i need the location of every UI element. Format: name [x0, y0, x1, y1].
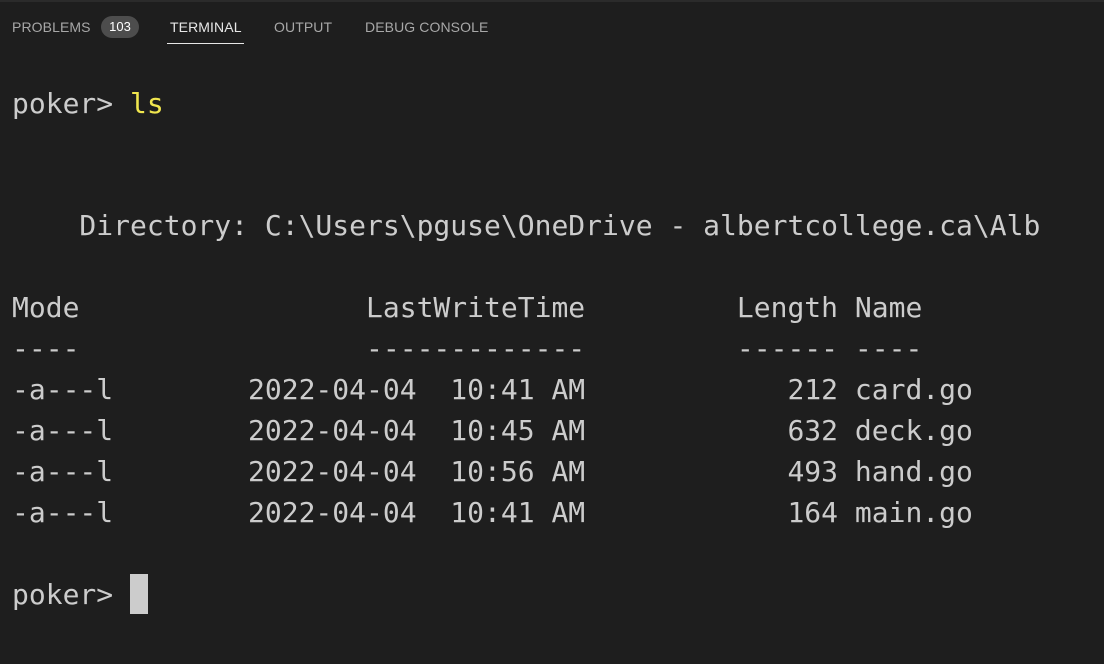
- listing-row: -a---l 2022-04-04 10:41 AM 212 card.go: [12, 373, 973, 406]
- listing-row: -a---l 2022-04-04 10:56 AM 493 hand.go: [12, 455, 973, 488]
- terminal-input-line[interactable]: poker>: [12, 574, 149, 614]
- listing-header: Mode LastWriteTime Length Name: [12, 291, 923, 324]
- text-cursor: [130, 574, 149, 614]
- prompt: poker>: [12, 87, 131, 120]
- directory-line: Directory: C:\Users\pguse\OneDrive - alb…: [12, 209, 1041, 242]
- listing-row: -a---l 2022-04-04 10:45 AM 632 deck.go: [12, 414, 973, 447]
- terminal-output[interactable]: poker> ls Directory: C:\Users\pguse\OneD…: [12, 2, 1104, 614]
- terminal-command-line: poker> ls: [12, 86, 164, 122]
- listing-row: -a---l 2022-04-04 10:41 AM 164 main.go: [12, 496, 973, 529]
- listing-separator: ---- ------------- ------ ----: [12, 332, 923, 365]
- terminal-panel: PROBLEMS 103 TERMINAL OUTPUT DEBUG CONSO…: [0, 0, 1104, 664]
- command-text: ls: [130, 87, 164, 120]
- prompt: poker>: [12, 578, 131, 611]
